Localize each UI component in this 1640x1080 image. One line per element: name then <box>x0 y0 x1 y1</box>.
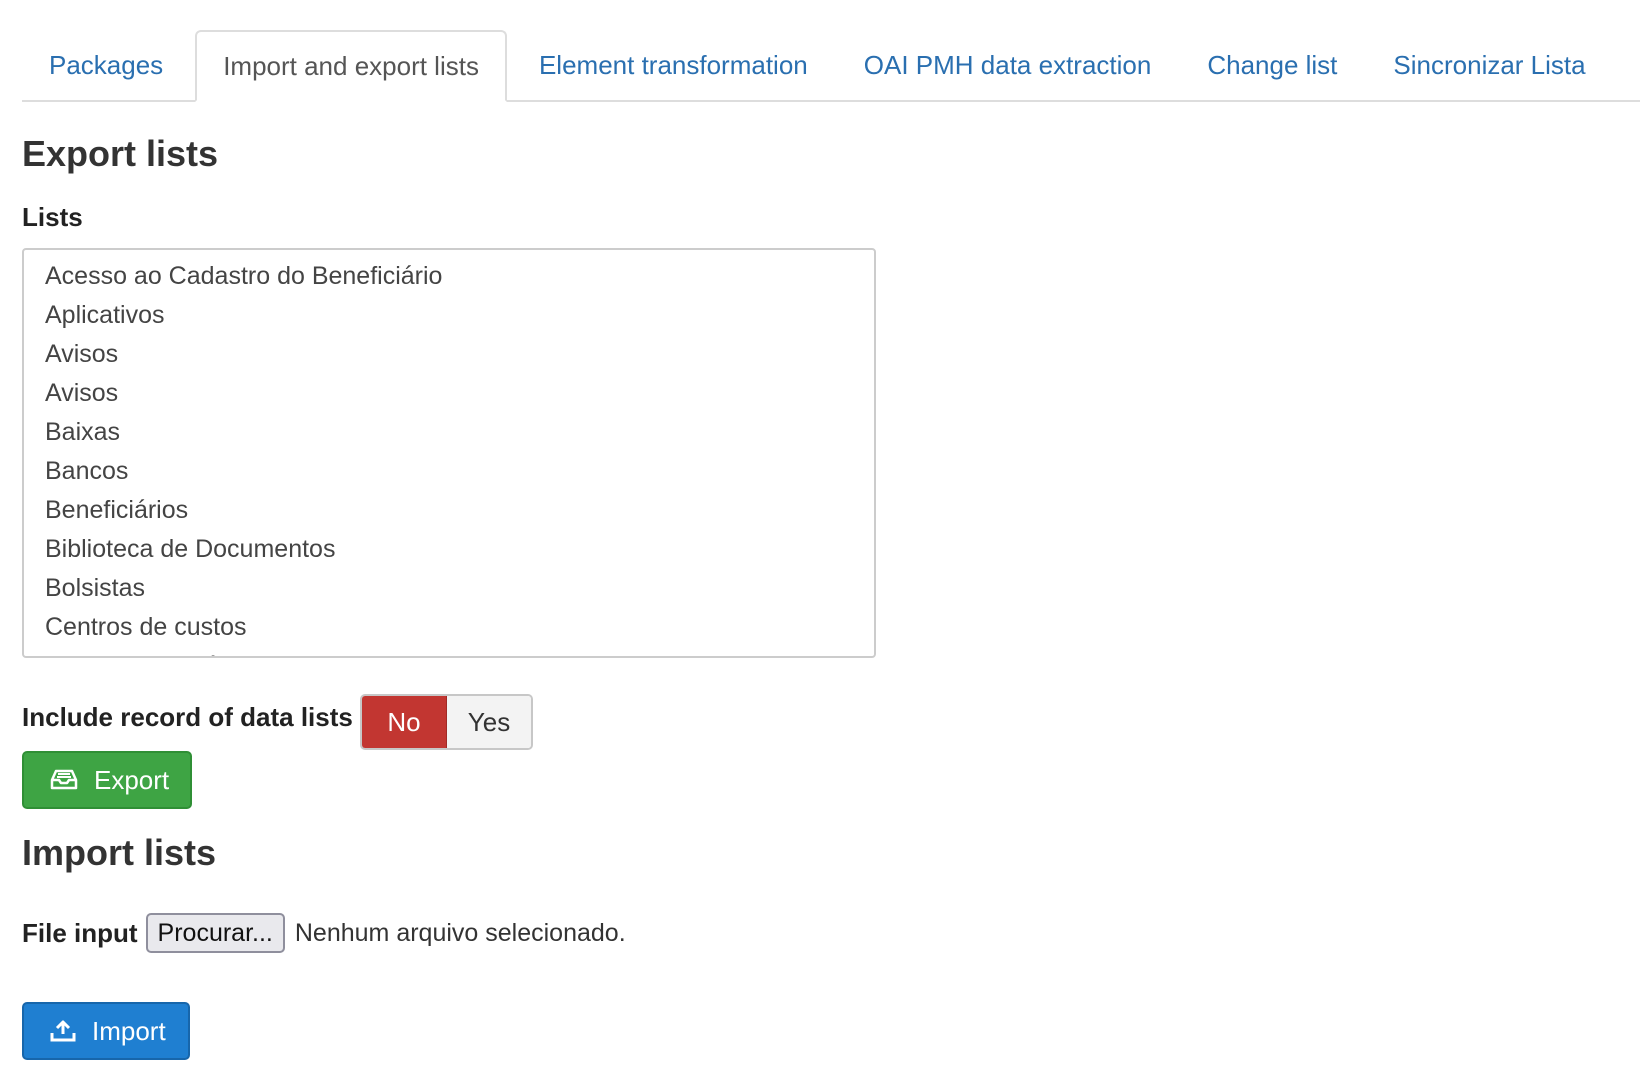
tab-oai-pmh-data-extraction[interactable]: OAI PMH data extraction <box>836 30 1180 100</box>
tab-change-list[interactable]: Change list <box>1179 30 1365 100</box>
list-option[interactable]: Acesso ao Cadastro do Beneficiário <box>24 257 874 296</box>
import-heading: Import lists <box>22 832 217 873</box>
list-option[interactable]: Aplicativos <box>24 296 874 335</box>
file-status-text: Nenhum arquivo selecionado. <box>294 918 626 947</box>
tab-element-transformation[interactable]: Element transformation <box>511 30 836 100</box>
upload-icon <box>50 1019 76 1043</box>
file-input-label: File input <box>22 917 138 948</box>
list-option[interactable]: Biblioteca de Documentos <box>24 530 874 569</box>
page: Packages Import and export lists Element… <box>0 0 1640 1080</box>
list-option[interactable]: Avisos <box>24 374 874 413</box>
toggle-yes-option[interactable]: Yes <box>447 696 531 748</box>
list-option[interactable]: Controle de Ofícios <box>24 647 874 656</box>
lists-label: Lists <box>22 202 83 232</box>
include-records-toggle[interactable]: No Yes <box>360 694 533 750</box>
list-option[interactable]: Avisos <box>24 335 874 374</box>
import-button[interactable]: Import <box>22 1002 190 1060</box>
export-button[interactable]: Export <box>22 751 192 809</box>
list-option[interactable]: Beneficiários <box>24 491 874 530</box>
inbox-tray-icon <box>50 769 78 791</box>
export-button-label: Export <box>94 764 170 795</box>
lists-multiselect[interactable]: Acesso ao Cadastro do Beneficiário Aplic… <box>22 248 876 658</box>
list-option[interactable]: Baixas <box>24 413 874 452</box>
file-input-row: File input Procurar... Nenhum arquivo se… <box>22 912 626 954</box>
list-option[interactable]: Centros de custos <box>24 608 874 647</box>
tab-import-export-lists[interactable]: Import and export lists <box>195 30 507 102</box>
tab-packages[interactable]: Packages <box>22 30 191 100</box>
list-option[interactable]: Bolsistas <box>24 569 874 608</box>
export-heading: Export lists <box>22 133 219 174</box>
tab-bar: Packages Import and export lists Element… <box>22 30 1640 102</box>
toggle-no-option[interactable]: No <box>362 696 447 748</box>
include-records-label: Include record of data lists <box>22 702 353 732</box>
import-button-label: Import <box>92 1015 166 1046</box>
tab-sincronizar-lista[interactable]: Sincronizar Lista <box>1365 30 1613 100</box>
list-option[interactable]: Bancos <box>24 452 874 491</box>
browse-file-button[interactable]: Procurar... <box>145 913 285 953</box>
